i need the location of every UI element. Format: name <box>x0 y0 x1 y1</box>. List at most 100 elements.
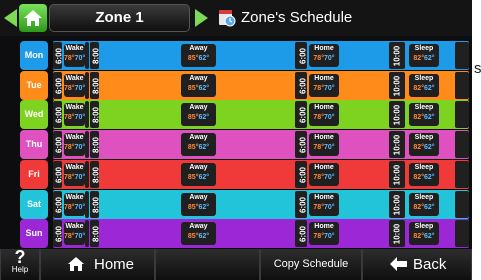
period-temps: 78°70° <box>309 113 339 123</box>
copy-schedule-button[interactable]: Copy Schedule <box>260 249 362 280</box>
help-label: Help <box>11 265 29 274</box>
next-zone-arrow-icon[interactable] <box>195 9 208 27</box>
schedule-row[interactable]: 6:00 8:00 6:00 10:00 Wake 78°70° Away 85°62° Hom… <box>53 190 469 219</box>
period-away-button[interactable]: Away 85°62° <box>181 133 216 156</box>
heat-setpoint: 82° <box>413 55 424 62</box>
period-away-button[interactable]: Away 85°62° <box>181 193 216 216</box>
period-time-label: 6:00 <box>54 106 63 123</box>
period-sleep-button[interactable]: Sleep 82°62° <box>409 103 439 126</box>
period-away-button[interactable]: Away 85°62° <box>181 44 216 67</box>
period-wake-button[interactable]: Wake 78°70° <box>64 163 85 186</box>
period-divider <box>85 191 89 218</box>
heat-setpoint: 82° <box>413 85 424 92</box>
period-temps: 78°70° <box>309 203 339 213</box>
day-button-wed[interactable]: Wed <box>20 100 48 129</box>
period-time: 6:00 <box>53 72 64 99</box>
day-button-fri[interactable]: Fri <box>20 160 48 189</box>
schedule-row[interactable]: 6:00 8:00 6:00 10:00 Wake 78°70° Away 85°62° Hom… <box>53 100 469 129</box>
back-button[interactable]: Back <box>362 249 472 280</box>
period-name: Home <box>314 164 334 171</box>
period-wake-button[interactable]: Wake 78°70° <box>64 222 85 245</box>
day-button-tue[interactable]: Tue <box>20 71 48 100</box>
period-time: 8:00 <box>90 42 101 69</box>
cool-setpoint: 70° <box>324 55 335 62</box>
period-time: 6:00 <box>297 131 308 158</box>
period-away-button[interactable]: Away 85°62° <box>181 74 216 97</box>
cool-setpoint: 62° <box>198 114 210 121</box>
period-time: 6:00 <box>297 191 308 218</box>
cool-setpoint: 70° <box>74 233 86 240</box>
period-wake-button[interactable]: Wake 78°70° <box>64 103 85 126</box>
period-divider <box>455 161 469 188</box>
heat-setpoint: 78° <box>313 114 324 121</box>
period-sleep-button[interactable]: Sleep 82°62° <box>409 133 439 156</box>
help-button[interactable]: ? Help <box>0 247 40 280</box>
period-time: 6:00 <box>53 101 64 128</box>
prev-zone-arrow-icon[interactable] <box>4 9 17 27</box>
home-button[interactable]: Home <box>40 249 155 280</box>
period-name: Sleep <box>414 104 434 111</box>
period-away-button[interactable]: Away 85°62° <box>181 163 216 186</box>
help-icon: ? <box>14 247 26 267</box>
heat-setpoint: 78° <box>313 204 324 211</box>
period-home-button[interactable]: Home 78°70° <box>309 163 339 186</box>
period-wake-button[interactable]: Wake 78°70° <box>64 74 85 97</box>
schedule-row[interactable]: 6:00 8:00 6:00 10:00 Wake 78°70° Away 85°62° Hom… <box>53 41 469 70</box>
period-temps: 85°62° <box>181 113 216 123</box>
period-name: Sleep <box>414 194 434 201</box>
period-name: Sleep <box>414 134 434 141</box>
heat-setpoint: 85° <box>187 204 199 211</box>
period-home-button[interactable]: Home 78°70° <box>309 103 339 126</box>
heat-setpoint: 85° <box>187 114 199 121</box>
heat-setpoint: 85° <box>187 174 199 181</box>
heat-setpoint: 78° <box>64 55 75 62</box>
period-sleep-button[interactable]: Sleep 82°62° <box>409 44 439 67</box>
day-button-sun[interactable]: Sun <box>20 219 48 248</box>
period-home-button[interactable]: Home 78°70° <box>309 74 339 97</box>
zone-home-button[interactable] <box>19 4 47 32</box>
heat-setpoint: 78° <box>313 174 324 181</box>
schedule-row[interactable]: 6:00 8:00 6:00 10:00 Wake 78°70° Away 85°62° Hom… <box>53 71 469 100</box>
cool-setpoint: 70° <box>324 85 335 92</box>
day-button-mon[interactable]: Mon <box>20 41 48 70</box>
period-home-button[interactable]: Home 78°70° <box>309 222 339 245</box>
period-sleep-button[interactable]: Sleep 82°62° <box>409 74 439 97</box>
period-wake-button[interactable]: Wake 78°70° <box>64 44 85 67</box>
day-button-sat[interactable]: Sat <box>20 190 48 219</box>
period-time: 10:00 <box>391 101 402 128</box>
period-sleep-button[interactable]: Sleep 82°62° <box>409 193 439 216</box>
cool-setpoint: 62° <box>424 55 435 62</box>
heat-setpoint: 82° <box>413 144 424 151</box>
heat-setpoint: 78° <box>313 85 324 92</box>
day-color-strip <box>53 41 469 70</box>
period-wake-button[interactable]: Wake 78°70° <box>64 193 85 216</box>
period-divider <box>85 161 89 188</box>
period-time: 6:00 <box>297 161 308 188</box>
period-time-label: 6:00 <box>298 136 307 153</box>
blank-button <box>155 249 260 280</box>
schedule-row[interactable]: 6:00 8:00 6:00 10:00 Wake 78°70° Away 85°62° Hom… <box>53 160 469 189</box>
period-sleep-button[interactable]: Sleep 82°62° <box>409 222 439 245</box>
period-home-button[interactable]: Home 78°70° <box>309 133 339 156</box>
footer-bar: ? Help Home Copy Schedule Back <box>0 247 472 280</box>
period-time-label: 10:00 <box>392 75 401 96</box>
schedule-row[interactable]: 6:00 8:00 6:00 10:00 Wake 78°70° Away 85°62° Hom… <box>53 219 469 248</box>
period-time: 6:00 <box>53 220 64 247</box>
period-away-button[interactable]: Away 85°62° <box>181 222 216 245</box>
period-temps: 85°62° <box>181 232 216 242</box>
cool-setpoint: 62° <box>198 174 210 181</box>
day-button-thu[interactable]: Thu <box>20 130 48 159</box>
period-time-label: 8:00 <box>91 106 100 123</box>
period-time: 6:00 <box>297 42 308 69</box>
schedule-row[interactable]: 6:00 8:00 6:00 10:00 Wake 78°70° Away 85°62° Hom… <box>53 130 469 159</box>
period-time-label: 6:00 <box>54 136 63 153</box>
period-home-button[interactable]: Home 78°70° <box>309 44 339 67</box>
zone-selector[interactable]: Zone 1 <box>49 4 190 32</box>
period-name: Home <box>314 45 334 52</box>
period-wake-button[interactable]: Wake 78°70° <box>64 133 85 156</box>
period-home-button[interactable]: Home 78°70° <box>309 193 339 216</box>
period-sleep-button[interactable]: Sleep 82°62° <box>409 163 439 186</box>
side-text: s <box>474 60 481 77</box>
period-away-button[interactable]: Away 85°62° <box>181 103 216 126</box>
period-name: Away <box>189 223 208 230</box>
